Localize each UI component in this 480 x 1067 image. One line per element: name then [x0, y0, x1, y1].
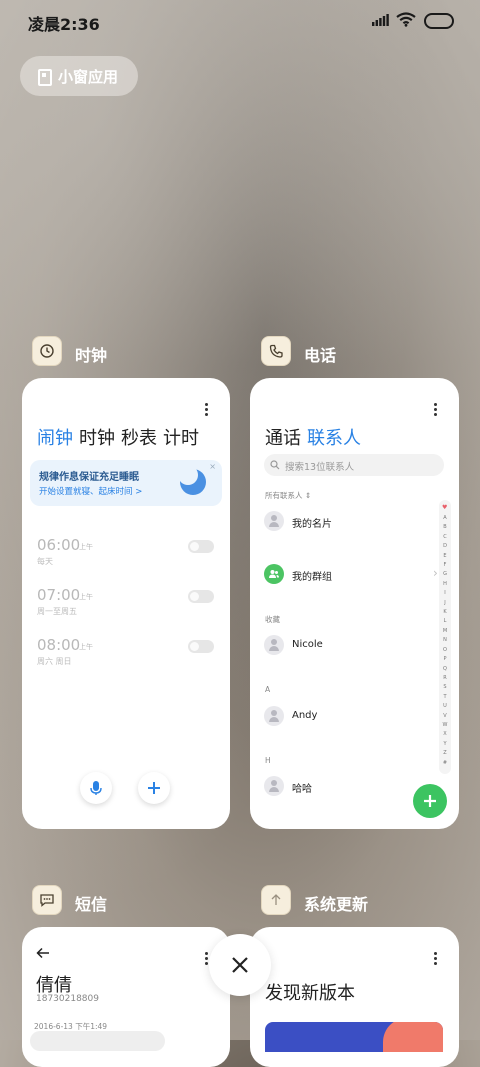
- mic-icon: [90, 781, 102, 795]
- alarm-time: 06:00: [37, 536, 81, 554]
- search-icon: [270, 460, 280, 470]
- clock-app-card[interactable]: 闹钟 时钟 秒表 计时 规律作息保证充足睡眠 开始设置就寝、起床时间 > × 06:0…: [22, 378, 230, 829]
- alarm-ampm: 上午: [79, 543, 93, 551]
- tab-clock[interactable]: 时钟: [79, 428, 115, 449]
- sms-app-header[interactable]: 短信: [32, 885, 152, 919]
- update-title: 发现新版本: [265, 983, 355, 1004]
- alarm-toggle[interactable]: [188, 640, 214, 653]
- contact-name: 我的名片: [292, 519, 332, 530]
- avatar: [264, 635, 284, 655]
- alarm-toggle[interactable]: [188, 540, 214, 553]
- contact-name: 哈哈: [292, 784, 312, 795]
- chevron-right-icon: ›: [433, 566, 438, 580]
- search-placeholder: 搜索13位联系人: [285, 462, 355, 473]
- avatar: [264, 511, 284, 531]
- contact-row[interactable]: Andy: [264, 706, 434, 728]
- all-contacts-label[interactable]: 所有联系人 ⇕: [265, 490, 311, 501]
- close-icon: [232, 957, 248, 973]
- update-app-name: 系统更新: [304, 895, 369, 914]
- signal-icon: [372, 14, 389, 26]
- small-window-button[interactable]: 小窗应用: [20, 56, 138, 96]
- small-window-icon: [38, 69, 52, 86]
- plus-icon: [148, 782, 160, 794]
- my-groups-row[interactable]: 我的群组 ›: [264, 564, 438, 586]
- update-arrow-icon: [261, 885, 291, 915]
- section-letter-h: H: [265, 756, 271, 765]
- phone-app-header[interactable]: 电话: [261, 336, 381, 370]
- alarm-repeat: 周一至周五: [37, 607, 77, 616]
- alarm-ampm: 上午: [79, 643, 93, 651]
- conversation-contact-number: 18730218809: [36, 994, 99, 1004]
- update-app-card[interactable]: 发现新版本: [250, 927, 459, 1067]
- clock-tabs: 闹钟 时钟 秒表 计时: [37, 424, 205, 450]
- contact-row[interactable]: Nicole: [264, 635, 434, 657]
- avatar: [264, 706, 284, 726]
- message-icon: [32, 885, 62, 915]
- message-bubble: [30, 1031, 165, 1051]
- contact-name: Nicole: [292, 639, 323, 650]
- favorites-heart-icon: ♥: [442, 504, 448, 511]
- tab-timer[interactable]: 计时: [163, 428, 199, 449]
- clock-app-header[interactable]: 时钟: [32, 336, 152, 370]
- alarm-item[interactable]: 06:00 上午 每天: [37, 536, 217, 572]
- alarm-item[interactable]: 07:00 上午 周一至周五: [37, 586, 217, 622]
- sms-app-name: 短信: [75, 895, 108, 914]
- tab-stopwatch[interactable]: 秒表: [121, 428, 157, 449]
- wifi-icon: [396, 12, 416, 27]
- voice-alarm-button[interactable]: [80, 772, 112, 804]
- status-bar: 凌晨2:36: [0, 0, 480, 44]
- index-letters: A B C D E F G H I J K L M N O P Q R S T …: [442, 515, 448, 766]
- add-contact-icon: [424, 795, 436, 807]
- clock-app-name: 时钟: [75, 346, 108, 365]
- sleep-banner-title: 规律作息保证充足睡眠: [39, 472, 139, 483]
- more-menu-icon[interactable]: [434, 403, 438, 418]
- tab-calls[interactable]: 通话: [265, 428, 301, 449]
- contact-name: 我的群组: [292, 572, 332, 583]
- more-menu-icon[interactable]: [434, 952, 438, 967]
- add-contact-button[interactable]: [413, 784, 447, 818]
- alarm-item[interactable]: 08:00 上午 周六 周日: [37, 636, 217, 672]
- favorites-label: 收藏: [265, 615, 280, 624]
- alarm-repeat: 每天: [37, 557, 53, 566]
- alarm-toggle[interactable]: [188, 590, 214, 603]
- section-letter-a: A: [265, 685, 271, 694]
- alarm-ampm: 上午: [79, 593, 93, 601]
- clear-all-button[interactable]: [209, 934, 271, 996]
- contact-name: Andy: [292, 710, 318, 721]
- alarm-repeat: 周六 周日: [37, 657, 72, 666]
- phone-app-name: 电话: [304, 346, 337, 365]
- small-window-label: 小窗应用: [58, 68, 119, 86]
- contact-row[interactable]: 哈哈: [264, 776, 434, 798]
- sms-app-card[interactable]: 倩倩 18730218809 2016-6-13 下午1:49: [22, 927, 230, 1067]
- alarm-time: 08:00: [37, 636, 81, 654]
- update-app-header[interactable]: 系统更新: [261, 885, 401, 919]
- alarm-time: 07:00: [37, 586, 81, 604]
- group-icon: [264, 564, 284, 584]
- clock-icon: [32, 336, 62, 366]
- phone-tabs: 通话 联系人: [265, 424, 361, 450]
- close-icon[interactable]: ×: [209, 462, 216, 471]
- status-time: 凌晨2:36: [28, 15, 100, 34]
- contact-search-input[interactable]: 搜索13位联系人: [264, 454, 444, 476]
- alphabet-index-scrollbar[interactable]: ♥ A B C D E F G H I J K L M N O P Q R S …: [439, 500, 451, 774]
- battery-icon: [424, 13, 454, 29]
- back-arrow-icon[interactable]: [36, 947, 50, 959]
- my-card-row[interactable]: 我的名片: [264, 511, 434, 533]
- add-alarm-button[interactable]: [138, 772, 170, 804]
- sleep-banner-subtitle: 开始设置就寝、起床时间 >: [39, 487, 143, 497]
- phone-icon: [261, 336, 291, 366]
- phone-app-card[interactable]: 通话 联系人 搜索13位联系人 所有联系人 ⇕ 我的名片 我的群组 › 收藏 Ni…: [250, 378, 459, 829]
- avatar: [264, 776, 284, 796]
- moon-icon: [178, 465, 206, 495]
- sleep-banner[interactable]: 规律作息保证充足睡眠 开始设置就寝、起床时间 > ×: [30, 460, 222, 506]
- tab-alarm[interactable]: 闹钟: [37, 428, 73, 449]
- update-banner-image: [265, 1022, 443, 1052]
- more-menu-icon[interactable]: [205, 403, 209, 418]
- tab-contacts[interactable]: 联系人: [307, 428, 361, 449]
